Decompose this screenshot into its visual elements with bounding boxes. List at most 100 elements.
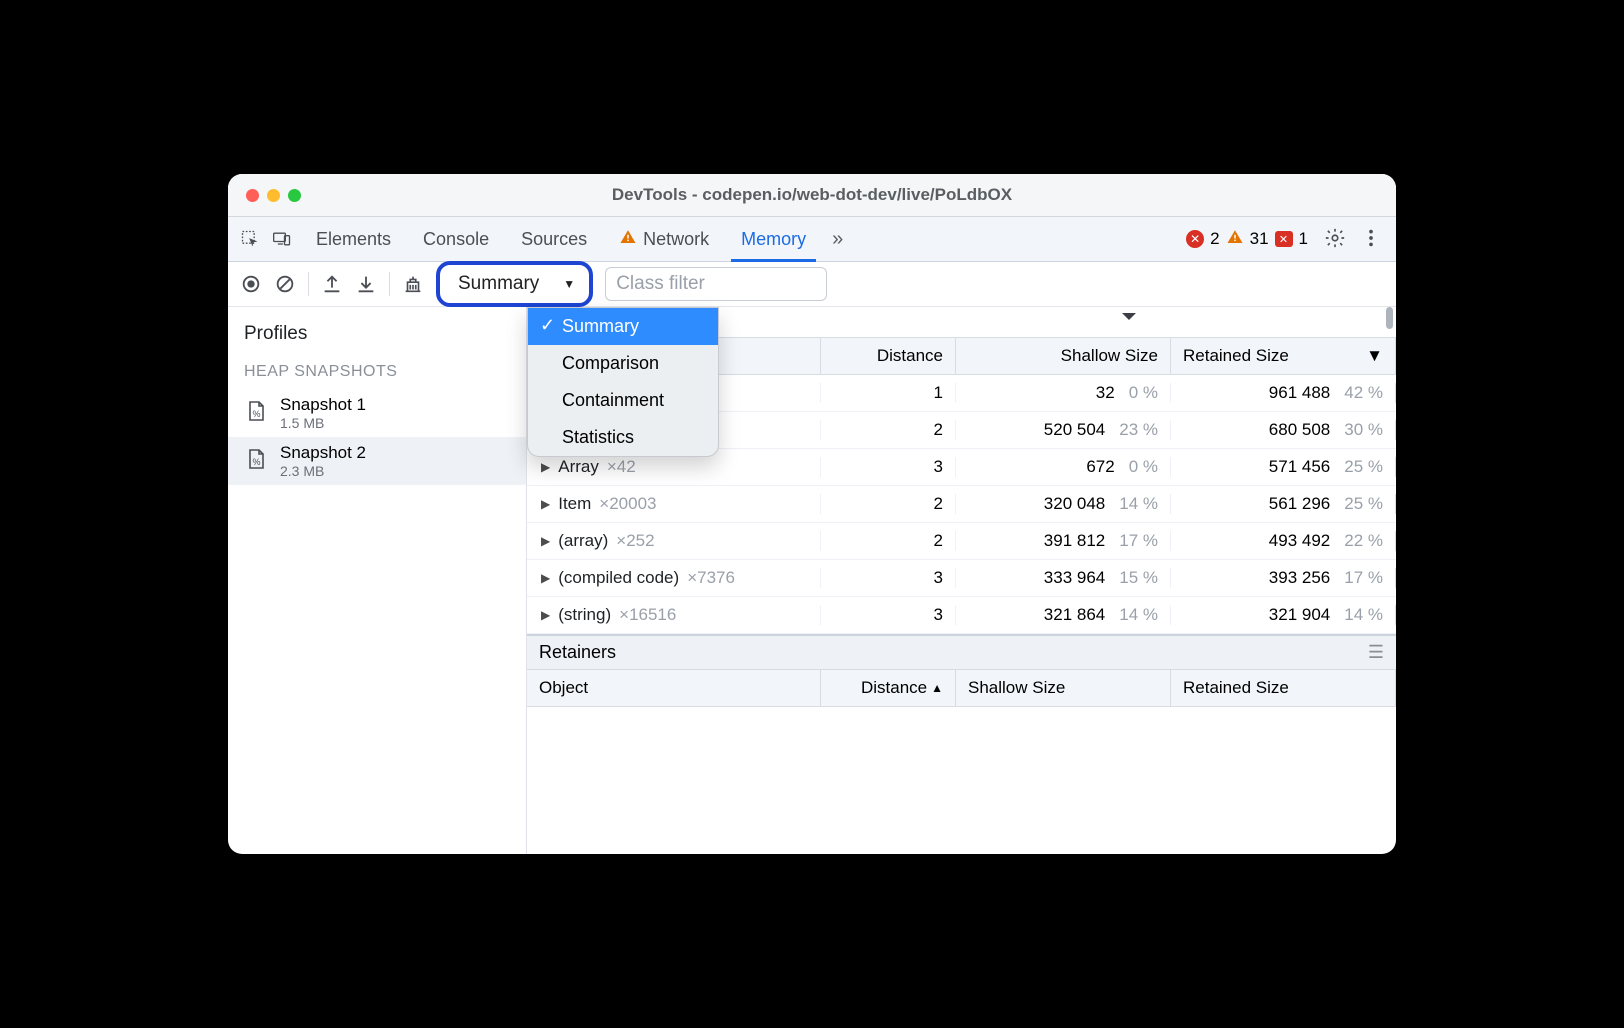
col-retained[interactable]: Retained Size ▼ (1171, 338, 1396, 374)
snapshot-name: Snapshot 1 (280, 395, 366, 415)
col-object[interactable]: Object (527, 670, 821, 706)
table-row[interactable]: ▶Item ×200032320 04814 %561 29625 % (527, 486, 1396, 523)
snapshot-item[interactable]: % Snapshot 1 1.5 MB (228, 389, 526, 437)
distance-cell: 2 (821, 494, 956, 514)
tab-network[interactable]: Network (603, 217, 725, 261)
maximize-icon[interactable] (288, 189, 301, 202)
perspective-dropdown: Summary Comparison Containment Statistic… (527, 307, 719, 457)
menu-icon[interactable]: ☰ (1368, 642, 1384, 663)
retainers-empty (527, 707, 1396, 777)
gc-icon[interactable] (402, 273, 424, 295)
message-icon[interactable]: ✕ (1275, 231, 1293, 247)
retained-pct: 14 % (1344, 605, 1383, 625)
tab-sources[interactable]: Sources (505, 217, 603, 261)
snapshot-size: 1.5 MB (280, 415, 366, 431)
col-retained[interactable]: Retained Size (1171, 670, 1396, 706)
retained-pct: 25 % (1344, 494, 1383, 514)
instance-count: ×7376 (687, 568, 735, 588)
instance-count: ×252 (616, 531, 654, 551)
warning-icon[interactable] (1226, 228, 1244, 251)
constructor-name: (array) (558, 531, 608, 551)
shallow-pct: 0 % (1129, 457, 1158, 477)
retainers-panel: Retainers ☰ Object Distance▲ Shallow Siz… (527, 634, 1396, 777)
kebab-icon[interactable] (1354, 227, 1388, 252)
download-icon[interactable] (355, 273, 377, 295)
dropdown-item-summary[interactable]: Summary (528, 308, 718, 345)
expand-icon[interactable]: ▶ (541, 534, 550, 548)
settings-icon[interactable] (1324, 227, 1346, 252)
col-distance[interactable]: Distance▲ (821, 670, 956, 706)
main-panel: Summary Comparison Containment Statistic… (527, 307, 1396, 854)
tab-memory[interactable]: Memory (725, 217, 822, 261)
error-icon[interactable]: ✕ (1186, 230, 1204, 248)
divider (389, 272, 390, 296)
minimize-icon[interactable] (267, 189, 280, 202)
retained-pct: 30 % (1344, 420, 1383, 440)
expand-icon[interactable]: ▶ (541, 608, 550, 622)
error-count: 2 (1210, 229, 1219, 249)
sort-desc-icon: ▼ (1366, 346, 1383, 366)
retained-pct: 42 % (1344, 383, 1383, 403)
perspective-label: Summary (458, 273, 539, 295)
dropdown-item-containment[interactable]: Containment (528, 382, 718, 419)
shallow-size: 391 812 (1044, 531, 1105, 551)
shallow-pct: 14 % (1119, 494, 1158, 514)
clear-icon[interactable] (274, 273, 296, 295)
class-filter-input[interactable] (605, 267, 827, 301)
shallow-pct: 0 % (1129, 383, 1158, 403)
table-row[interactable]: ▶(array) ×2522391 81217 %493 49222 % (527, 523, 1396, 560)
snapshot-size: 2.3 MB (280, 463, 366, 479)
more-tabs-icon[interactable]: » (826, 228, 849, 251)
distance-cell: 3 (821, 605, 956, 625)
dropdown-item-comparison[interactable]: Comparison (528, 345, 718, 382)
expand-icon[interactable]: ▶ (541, 460, 550, 474)
constructor-name: (compiled code) (558, 568, 679, 588)
inspect-icon[interactable] (236, 229, 264, 249)
shallow-pct: 23 % (1119, 420, 1158, 440)
shallow-size: 321 864 (1044, 605, 1105, 625)
window-title: DevTools - codepen.io/web-dot-dev/live/P… (228, 185, 1396, 205)
col-distance[interactable]: Distance (821, 338, 956, 374)
distance-cell: 3 (821, 457, 956, 477)
snapshot-icon: % (244, 399, 268, 427)
constructor-name: (string) (558, 605, 611, 625)
warning-icon (619, 228, 637, 251)
table-row[interactable]: ▶ (string) ×16516 3 321 864 14 % 321 904 14 % (527, 597, 1396, 634)
record-icon[interactable] (240, 273, 262, 295)
table-row[interactable]: ▶(compiled code) ×73763333 96415 %393 25… (527, 560, 1396, 597)
instance-count: ×16516 (619, 605, 676, 625)
retained-pct: 17 % (1344, 568, 1383, 588)
retained-size: 561 296 (1269, 494, 1330, 514)
dropdown-item-statistics[interactable]: Statistics (528, 419, 718, 456)
snapshot-item[interactable]: % Snapshot 2 2.3 MB (228, 437, 526, 485)
expand-icon[interactable]: ▶ (541, 571, 550, 585)
device-toggle-icon[interactable] (268, 229, 296, 249)
retained-size: 571 456 (1269, 457, 1330, 477)
close-icon[interactable] (246, 189, 259, 202)
profiles-sidebar: Profiles HEAP SNAPSHOTS % Snapshot 1 1.5… (228, 307, 527, 854)
constructor-name: Array (558, 457, 599, 477)
shallow-pct: 14 % (1119, 605, 1158, 625)
upload-icon[interactable] (321, 273, 343, 295)
perspective-select[interactable]: Summary ▼ (436, 261, 593, 307)
retainers-header: Object Distance▲ Shallow Size Retained S… (527, 670, 1396, 707)
titlebar: DevTools - codepen.io/web-dot-dev/live/P… (228, 174, 1396, 217)
expand-icon[interactable]: ▶ (541, 497, 550, 511)
distance-cell: 2 (821, 531, 956, 551)
window-controls (246, 189, 301, 202)
sort-asc-icon: ▲ (931, 681, 943, 695)
tab-elements[interactable]: Elements (300, 217, 407, 261)
col-shallow[interactable]: Shallow Size (956, 338, 1171, 374)
body: Profiles HEAP SNAPSHOTS % Snapshot 1 1.5… (228, 307, 1396, 854)
instance-count: ×42 (607, 457, 636, 477)
col-shallow[interactable]: Shallow Size (956, 670, 1171, 706)
retained-size: 321 904 (1269, 605, 1330, 625)
retained-size: 493 492 (1269, 531, 1330, 551)
shallow-size: 320 048 (1044, 494, 1105, 514)
tab-console[interactable]: Console (407, 217, 505, 261)
distance-cell: 1 (821, 383, 956, 403)
retainers-title-row: Retainers ☰ (527, 636, 1396, 670)
status-counters: ✕ 2 31 ✕ 1 (1186, 228, 1308, 251)
distance-cell: 2 (821, 420, 956, 440)
shallow-size: 672 (1086, 457, 1114, 477)
